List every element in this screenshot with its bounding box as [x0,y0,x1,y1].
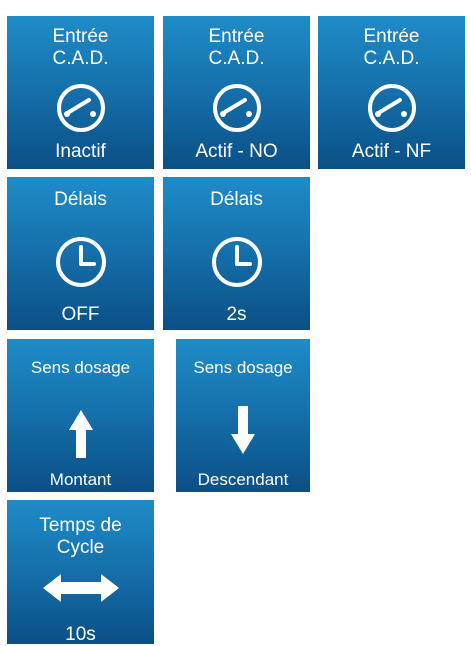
tile-title: Sens dosage [193,358,293,377]
tile-status: Inactif [55,141,106,162]
arrow-up-icon [7,410,154,458]
tile-title: Délais [210,189,263,210]
tile-status: 10s [65,624,96,645]
tile-title: Délais [54,189,107,210]
arrow-down-icon [176,406,310,454]
tile-sens-descendant[interactable]: Sens dosage Descendant [176,339,310,492]
tile-delais-off[interactable]: Délais OFF [7,177,154,330]
tile-status: Descendant [197,470,289,489]
tile-status: Actif - NO [195,141,278,162]
tile-status: OFF [61,304,100,325]
tile-title: Entrée C.A.D. [363,26,420,69]
arrow-left-right-icon [7,574,154,602]
tile-sens-montant[interactable]: Sens dosage Montant [7,339,154,492]
tile-delais-2s[interactable]: Délais 2s [163,177,310,330]
tile-cad-actif-nf[interactable]: Entrée C.A.D. Actif - NF [318,16,465,169]
tile-title: Temps de Cycle [39,515,122,558]
tile-status: Actif - NF [351,141,432,162]
switch-icon [163,82,310,134]
tile-title: Entrée C.A.D. [52,26,109,69]
tile-status: 2s [226,304,247,325]
tile-temps-cycle[interactable]: Temps de Cycle 10s [7,500,154,645]
switch-icon [7,82,154,134]
tile-cad-inactif[interactable]: Entrée C.A.D. Inactif [7,16,154,169]
tile-title: Sens dosage [30,358,131,377]
switch-icon [318,82,465,134]
clock-icon [7,235,154,289]
tile-status: Montant [49,470,112,489]
tile-title: Entrée C.A.D. [208,26,265,69]
clock-icon [163,235,310,289]
tile-cad-actif-no[interactable]: Entrée C.A.D. Actif - NO [163,16,310,169]
